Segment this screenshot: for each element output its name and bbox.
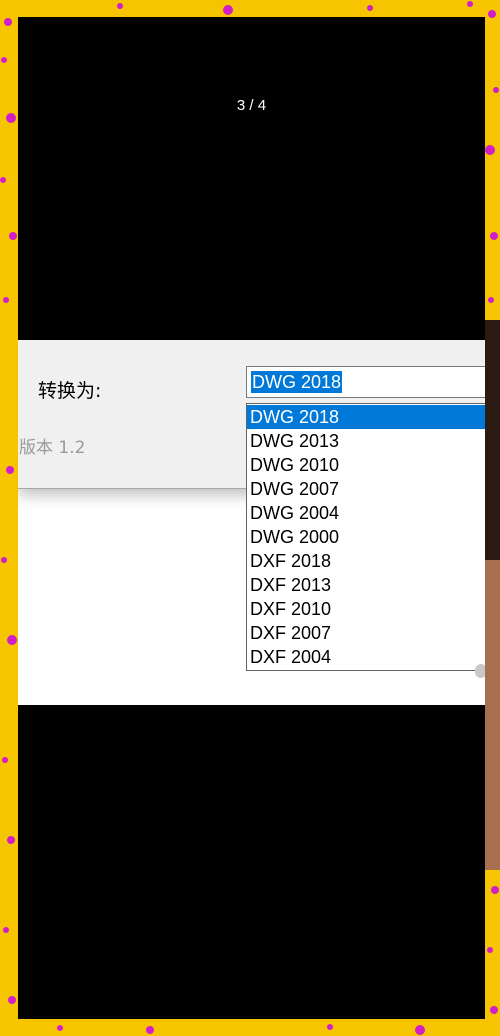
dropdown-option-dxf-2010[interactable]: DXF 2010: [247, 597, 485, 621]
format-combobox[interactable]: DWG 2018: [246, 366, 485, 398]
dropdown-option-dxf-2018[interactable]: DXF 2018: [247, 549, 485, 573]
image-viewer: 3 / 4 转换为: DWG 2018 版本 1.2 DWG 2018 DWG …: [18, 17, 485, 1019]
dropdown-option-dwg-2004[interactable]: DWG 2004: [247, 501, 485, 525]
dropdown-option-dxf-2013[interactable]: DXF 2013: [247, 573, 485, 597]
dropdown-option-dxf-2004[interactable]: DXF 2004: [247, 645, 485, 669]
scroll-handle[interactable]: [475, 664, 485, 678]
dropdown-option-dwg-2007[interactable]: DWG 2007: [247, 477, 485, 501]
dropdown-option-dwg-2000[interactable]: DWG 2000: [247, 525, 485, 549]
format-combobox-value: DWG 2018: [251, 371, 343, 393]
format-dropdown-list: DWG 2018 DWG 2013 DWG 2010 DWG 2007 DWG …: [246, 403, 485, 671]
dropdown-option-dwg-2018[interactable]: DWG 2018: [247, 405, 485, 429]
dropdown-option-dxf-2007[interactable]: DXF 2007: [247, 621, 485, 645]
version-label: 版本 1.2: [19, 438, 86, 458]
dropdown-option-dwg-2010[interactable]: DWG 2010: [247, 453, 485, 477]
dropdown-option-dwg-2013[interactable]: DWG 2013: [247, 429, 485, 453]
convert-to-label: 转换为:: [38, 380, 102, 402]
page-counter: 3 / 4: [236, 97, 267, 114]
screenshot-image: 转换为: DWG 2018 版本 1.2 DWG 2018 DWG 2013 D…: [18, 340, 485, 705]
